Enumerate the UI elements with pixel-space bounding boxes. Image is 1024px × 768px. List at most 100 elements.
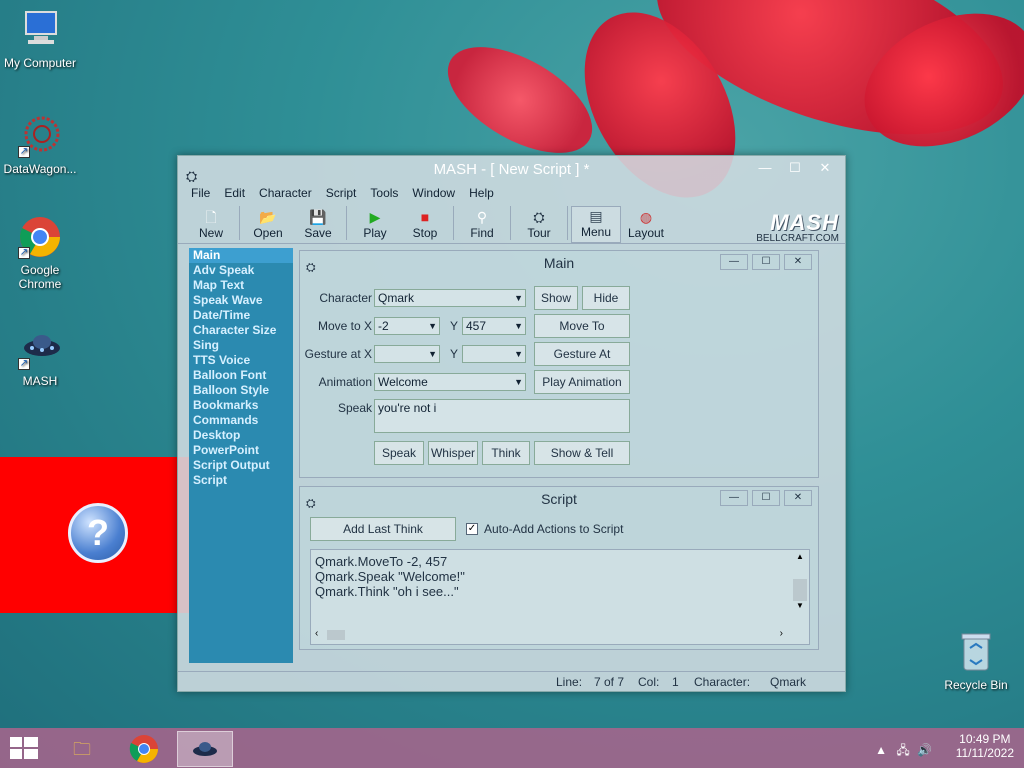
- move-x-value: -2: [378, 319, 389, 333]
- sidebar-item-sing[interactable]: Sing: [189, 338, 293, 353]
- move-to-button[interactable]: Move To: [534, 314, 630, 338]
- clock[interactable]: 10:49 PM 11/11/2022: [956, 732, 1014, 760]
- desktop-icon-label: My Computer: [3, 56, 77, 70]
- window-titlebar[interactable]: ⛭ MASH - [ New Script ] * — ☐ ✕: [178, 156, 845, 184]
- gesture-y-select[interactable]: ▼: [462, 345, 526, 363]
- menu-tools[interactable]: Tools: [363, 184, 405, 204]
- minimize-icon[interactable]: —: [720, 254, 748, 270]
- minimize-icon[interactable]: —: [751, 158, 779, 178]
- brand-url: BELLCRAFT.COM: [756, 233, 839, 244]
- scrollbar-thumb[interactable]: [327, 630, 345, 640]
- toolbar-separator: [567, 206, 568, 240]
- desktop-icon-recycle-bin[interactable]: Recycle Bin: [940, 630, 1012, 692]
- sidebar-item-tts-voice[interactable]: TTS Voice: [189, 353, 293, 368]
- sidebar-item-powerpoint[interactable]: PowerPoint: [189, 443, 293, 458]
- animation-value: Welcome: [378, 375, 428, 389]
- sidebar-item-desktop[interactable]: Desktop: [189, 428, 293, 443]
- taskbar-file-explorer[interactable]: 🗀: [54, 731, 110, 767]
- find-button[interactable]: ⚲ Find: [457, 208, 507, 243]
- speak-button[interactable]: Speak: [374, 441, 424, 465]
- minimize-icon[interactable]: —: [720, 490, 748, 506]
- whisper-button[interactable]: Whisper: [428, 441, 478, 465]
- show-button[interactable]: Show: [534, 286, 578, 310]
- desktop-icon-datawagon[interactable]: ↗ DataWagon...: [0, 114, 80, 176]
- sidebar-item-script[interactable]: Script: [189, 473, 293, 488]
- gesture-at-button[interactable]: Gesture At: [534, 342, 630, 366]
- think-button[interactable]: Think: [482, 441, 530, 465]
- recycle-bin-icon: [956, 630, 996, 674]
- desktop-icon-my-computer[interactable]: My Computer: [0, 8, 80, 70]
- menu-edit[interactable]: Edit: [217, 184, 252, 204]
- scroll-left-icon[interactable]: ‹: [315, 628, 318, 639]
- close-icon[interactable]: ✕: [784, 254, 812, 270]
- close-icon[interactable]: ✕: [811, 158, 839, 178]
- menu-window[interactable]: Window: [405, 184, 462, 204]
- script-line: Qmark.Speak "Welcome!": [315, 569, 465, 584]
- volume-icon[interactable]: 🔊: [917, 743, 932, 757]
- layout-label: Layout: [627, 226, 665, 240]
- new-button[interactable]: 🗋 New: [186, 208, 236, 243]
- close-icon[interactable]: ✕: [784, 490, 812, 506]
- sidebar-item-bookmarks[interactable]: Bookmarks: [189, 398, 293, 413]
- scroll-up-icon[interactable]: ▲: [793, 552, 807, 561]
- play-animation-button[interactable]: Play Animation: [534, 370, 630, 394]
- stop-button[interactable]: ■ Stop: [400, 208, 450, 243]
- move-x-select[interactable]: -2 ▼: [374, 317, 440, 335]
- horizontal-scrollbar[interactable]: ‹ ›: [313, 628, 783, 642]
- sidebar-item-map-text[interactable]: Map Text: [189, 278, 293, 293]
- save-button[interactable]: 💾 Save: [293, 208, 343, 243]
- script-editor[interactable]: Qmark.MoveTo -2, 457 Qmark.Speak "Welcom…: [310, 549, 810, 645]
- sidebar-item-speak-wave[interactable]: Speak Wave: [189, 293, 293, 308]
- tour-button[interactable]: ⛭ Tour: [514, 208, 564, 243]
- status-col-value: 1: [672, 675, 679, 689]
- menu-script[interactable]: Script: [319, 184, 364, 204]
- move-to-x-label: Move to X: [317, 319, 372, 333]
- menu-help[interactable]: Help: [462, 184, 501, 204]
- auto-add-checkbox[interactable]: ✓: [466, 523, 478, 535]
- scrollbar-thumb[interactable]: [793, 579, 807, 601]
- sidebar-item-commands[interactable]: Commands: [189, 413, 293, 428]
- open-folder-icon: 📂: [259, 209, 277, 225]
- desktop-icon-chrome[interactable]: ↗ Google Chrome: [0, 215, 80, 291]
- open-button[interactable]: 📂 Open: [243, 208, 293, 243]
- speak-textarea[interactable]: you're not i: [374, 399, 630, 433]
- sidebar-item-balloon-style[interactable]: Balloon Style: [189, 383, 293, 398]
- menu-character[interactable]: Character: [252, 184, 319, 204]
- sidebar-item-character-size[interactable]: Character Size: [189, 323, 293, 338]
- mash-app-icon: ⛭: [306, 496, 316, 510]
- chevron-down-icon: ▼: [428, 321, 437, 331]
- sidebar-item-date-time[interactable]: Date/Time: [189, 308, 293, 323]
- scroll-down-icon[interactable]: ▼: [793, 601, 807, 610]
- sidebar-item-balloon-font[interactable]: Balloon Font: [189, 368, 293, 383]
- maximize-icon[interactable]: ☐: [752, 254, 780, 270]
- script-panel: ⛭ Script — ☐ ✕ Add Last Think ✓ Auto-Add…: [299, 486, 819, 650]
- show-hidden-icons-icon[interactable]: ▲: [875, 743, 887, 757]
- character-select[interactable]: Qmark ▼: [374, 289, 526, 307]
- play-button[interactable]: ▶ Play: [350, 208, 400, 243]
- layout-button[interactable]: ◍ Layout: [621, 208, 671, 243]
- taskbar-chrome[interactable]: [116, 731, 172, 767]
- taskbar-mash[interactable]: [177, 731, 233, 767]
- shortcut-arrow-icon: ↗: [18, 358, 30, 370]
- help-icon[interactable]: ?: [68, 503, 128, 563]
- system-tray: ▲ 🖧 🔊: [875, 741, 932, 762]
- gesture-x-select[interactable]: ▼: [374, 345, 440, 363]
- move-y-select[interactable]: 457 ▼: [462, 317, 526, 335]
- animation-select[interactable]: Welcome ▼: [374, 373, 526, 391]
- sidebar-item-adv-speak[interactable]: Adv Speak: [189, 263, 293, 278]
- vertical-scrollbar[interactable]: ▲ ▼: [793, 552, 807, 626]
- hide-button[interactable]: Hide: [582, 286, 630, 310]
- menu-bar: File Edit Character Script Tools Window …: [178, 184, 845, 204]
- chrome-icon: [129, 735, 158, 763]
- maximize-icon[interactable]: ☐: [781, 158, 809, 178]
- start-button[interactable]: [10, 737, 38, 761]
- sidebar-item-script-output[interactable]: Script Output: [189, 458, 293, 473]
- maximize-icon[interactable]: ☐: [752, 490, 780, 506]
- show-tell-button[interactable]: Show & Tell: [534, 441, 630, 465]
- add-last-think-button[interactable]: Add Last Think: [310, 517, 456, 541]
- menu-button[interactable]: ▤ Menu: [571, 206, 621, 243]
- desktop-icon-mash[interactable]: ↗ MASH: [0, 326, 80, 388]
- network-icon[interactable]: 🖧: [896, 743, 909, 757]
- sidebar-item-main[interactable]: Main: [189, 248, 293, 263]
- scroll-right-icon[interactable]: ›: [780, 628, 783, 639]
